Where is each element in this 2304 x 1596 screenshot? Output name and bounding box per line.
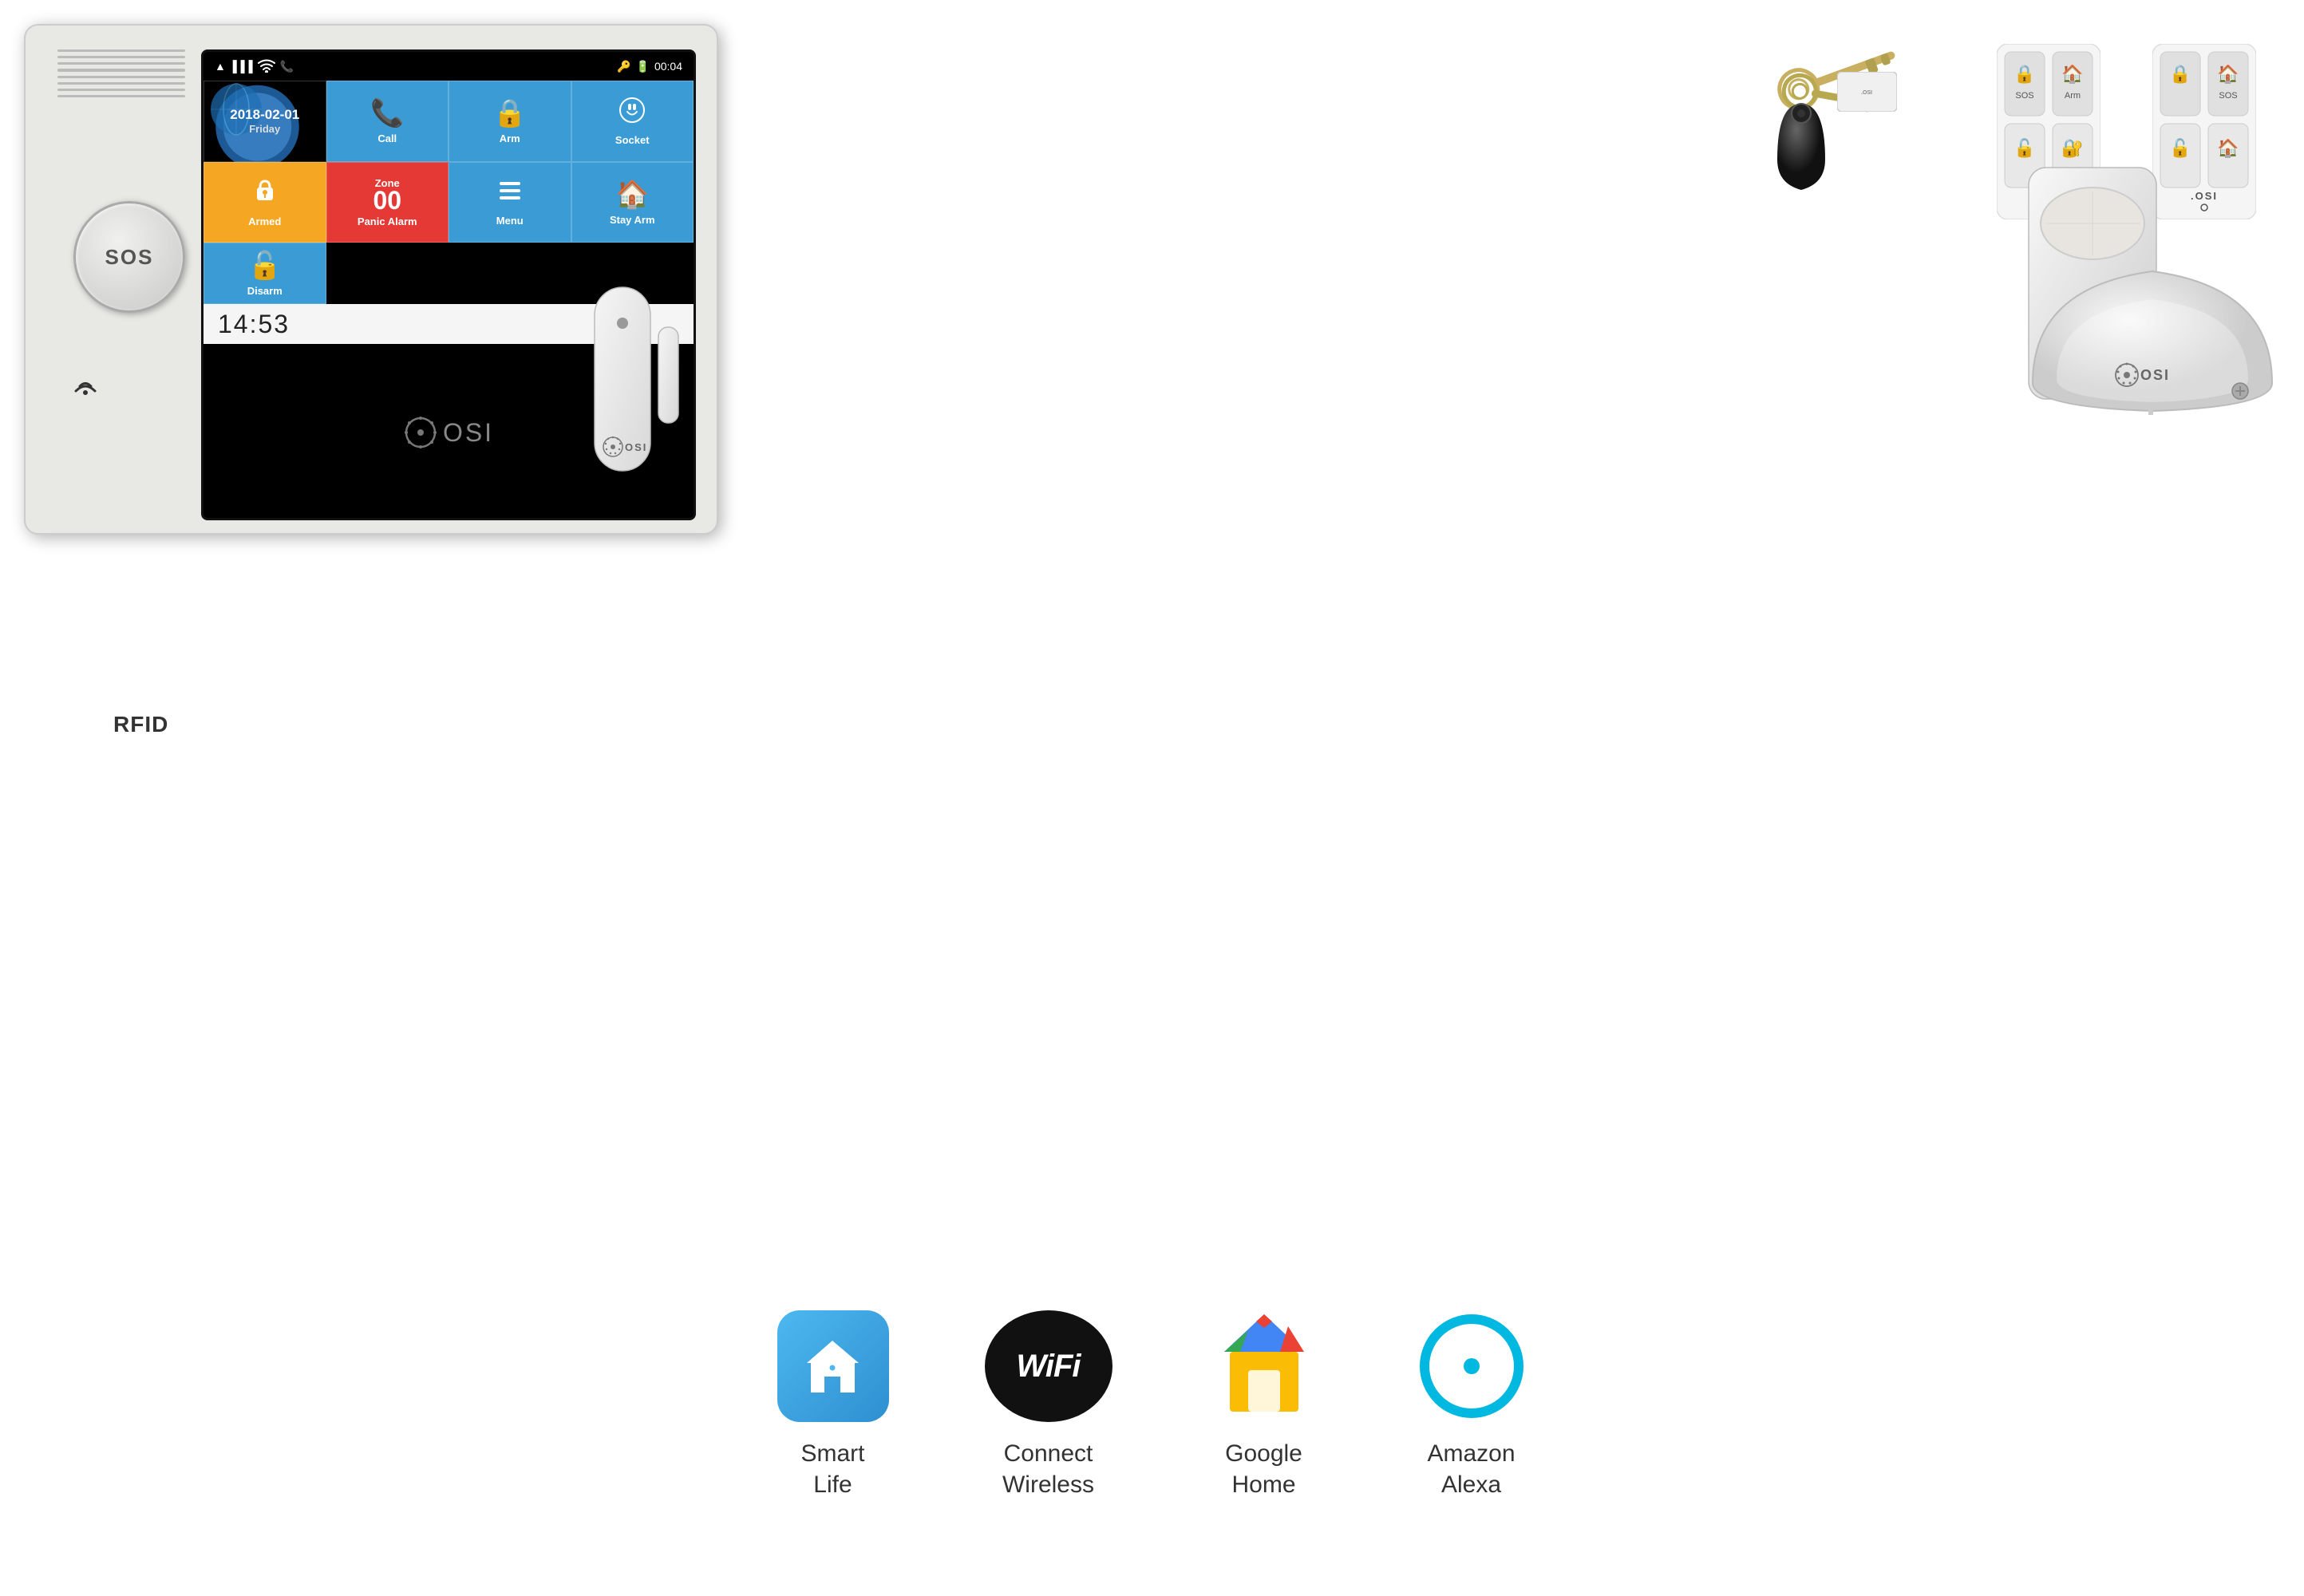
menu-cell-label: Menu	[496, 215, 524, 227]
alexa-inner-dot	[1464, 1358, 1480, 1374]
grille-line	[57, 56, 185, 58]
door-window-sensor: OSI	[583, 263, 686, 495]
wifi-badge: Wi Fi	[985, 1310, 1112, 1422]
svg-text:🔒: 🔒	[2014, 64, 2035, 84]
osi-logo-screen: OSI	[403, 415, 494, 450]
grid-cell-disarm[interactable]: 🔓 Disarm	[204, 243, 326, 304]
wifi-text2: Fi	[1053, 1349, 1081, 1385]
socket-cell-icon	[618, 97, 646, 131]
wifi-icon	[258, 58, 275, 75]
grid-cell-menu[interactable]: Menu	[449, 162, 571, 243]
armed-cell-icon	[251, 176, 279, 212]
disarm-cell-label: Disarm	[247, 285, 283, 297]
call-icon: 📞	[280, 60, 294, 73]
feature-connect-wireless: Wi Fi Connect Wireless	[985, 1310, 1112, 1500]
feature-amazon-alexa: Amazon Alexa	[1416, 1310, 1527, 1500]
arm-cell-icon: 🔒	[493, 97, 527, 129]
grid-cell-armed[interactable]: Armed	[204, 162, 326, 243]
connect-wireless-label: Connect Wireless	[1002, 1438, 1094, 1500]
menu-cell-icon	[496, 177, 524, 211]
status-right: 🔑 🔋 00:04	[617, 60, 682, 73]
svg-text:🏠: 🏠	[2217, 138, 2239, 158]
features-section: Smart Life Wi Fi Connect Wireless	[0, 1310, 2304, 1500]
svg-text:.OSI: .OSI	[2191, 190, 2218, 202]
grid-cell-arm[interactable]: 🔒 Arm	[449, 81, 571, 162]
svg-text:🏠: 🏠	[2217, 64, 2239, 84]
rfid-label: RFID	[113, 712, 168, 737]
svg-text:🔒: 🔒	[2169, 64, 2191, 84]
svg-text:OSI: OSI	[625, 441, 647, 453]
stay-arm-cell-label: Stay Arm	[610, 214, 655, 226]
google-home-label: Google Home	[1225, 1438, 1302, 1500]
grid-cell-stay-arm[interactable]: 🏠 Stay Arm	[571, 162, 694, 243]
arm-cell-label: Arm	[500, 132, 520, 144]
zone-number: 00	[373, 186, 401, 215]
screen-day: Friday	[230, 123, 299, 135]
rfid-card: .OSI	[1837, 72, 1897, 112]
svg-text:OSI: OSI	[2140, 367, 2170, 383]
grid-cell-call[interactable]: 📞 Call	[326, 81, 449, 162]
svg-text:SOS: SOS	[2015, 91, 2033, 101]
alexa-ring-icon	[1420, 1314, 1523, 1418]
screen-time: 14:53	[218, 310, 290, 339]
signal-icon: ▲ ▐▐▐	[215, 60, 253, 73]
sos-label: SOS	[105, 245, 154, 270]
rfid-keyfob-black	[1769, 96, 1833, 192]
panic-cell-label: Panic Alarm	[358, 215, 417, 227]
grid-cell-panic[interactable]: Zone 00 Panic Alarm	[326, 162, 449, 243]
clock-display: 00:04	[654, 60, 682, 73]
stay-arm-cell-icon: 🏠	[615, 179, 649, 211]
svg-text:Arm: Arm	[2065, 91, 2081, 101]
call-cell-icon: 📞	[370, 97, 404, 129]
siren: OSI	[2025, 223, 2280, 415]
speaker-grille	[49, 41, 193, 105]
smart-life-icon	[777, 1310, 889, 1422]
grille-line	[57, 76, 185, 78]
grille-line	[57, 62, 185, 65]
wifi-text-wrap: Wi Fi	[1016, 1349, 1080, 1385]
amazon-alexa-label: Amazon Alexa	[1427, 1438, 1515, 1500]
status-left: ▲ ▐▐▐ 📞	[215, 58, 294, 75]
grille-line	[57, 82, 185, 85]
disarm-cell-icon: 🔓	[248, 250, 282, 282]
alexa-icon-wrap	[1416, 1310, 1527, 1422]
grille-line	[57, 95, 185, 97]
grille-line	[57, 69, 185, 71]
status-bar: ▲ ▐▐▐ 📞 🔑 🔋 00:04	[204, 52, 694, 81]
feature-smart-life: Smart Life	[777, 1310, 889, 1500]
google-home-icon-wrap	[1208, 1310, 1320, 1422]
grille-line	[57, 49, 185, 52]
svg-text:.OSI: .OSI	[1861, 90, 1872, 96]
grille-line	[57, 89, 185, 91]
armed-cell-label: Armed	[248, 215, 281, 227]
svg-text:SOS: SOS	[2219, 91, 2237, 101]
key-icon: 🔑	[617, 60, 630, 73]
sos-button[interactable]: SOS	[73, 201, 185, 313]
svg-text:🏠: 🏠	[2061, 64, 2083, 84]
socket-cell-label: Socket	[615, 134, 650, 146]
grid-cell-socket[interactable]: Socket	[571, 81, 694, 162]
battery-icon: 🔋	[636, 60, 650, 73]
osi-text-screen: OSI	[443, 418, 494, 448]
screen-date: 2018-02-01	[230, 107, 299, 123]
smart-life-label: Smart Life	[800, 1438, 864, 1500]
wifi-text: Wi	[1016, 1349, 1053, 1385]
call-cell-label: Call	[377, 132, 397, 144]
grid-cell-date[interactable]: 2018-02-01 Friday	[204, 81, 326, 162]
feature-google-home: Google Home	[1208, 1310, 1320, 1500]
rfid-waves-icon	[69, 369, 101, 403]
